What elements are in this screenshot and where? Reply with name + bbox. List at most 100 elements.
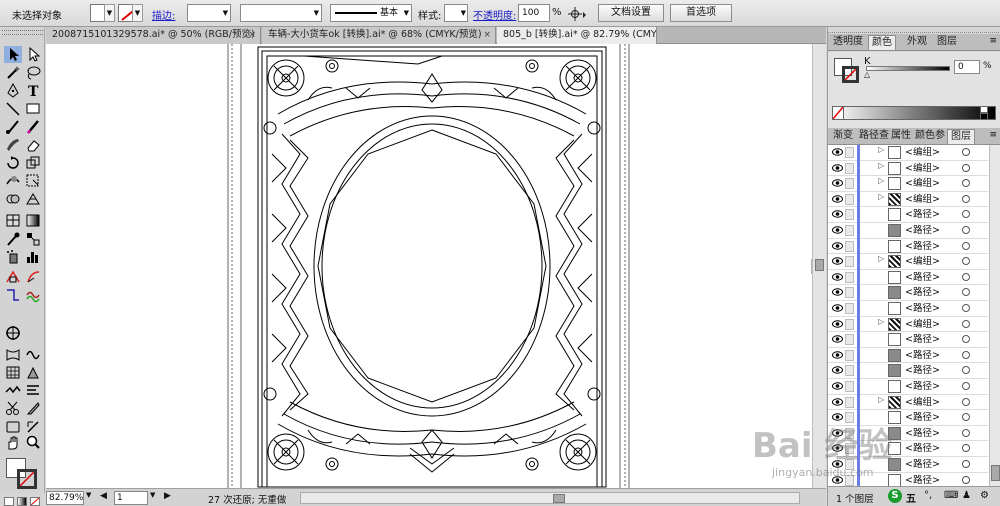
lock-toggle[interactable] <box>845 474 854 486</box>
lock-toggle[interactable] <box>845 193 854 205</box>
lock-toggle[interactable] <box>845 412 854 424</box>
lock-toggle[interactable] <box>845 209 854 221</box>
direct-selection-tool-icon[interactable] <box>24 46 42 63</box>
expand-arrow-icon[interactable]: ▷ <box>878 161 884 170</box>
layer-row[interactable]: <路径> <box>828 363 988 380</box>
lock-toggle[interactable] <box>845 303 854 314</box>
panel-grip[interactable] <box>2 30 43 35</box>
align-tool-icon[interactable] <box>24 382 42 399</box>
scrollbar-thumb[interactable] <box>553 494 565 503</box>
target-circle-icon[interactable] <box>962 366 970 375</box>
lock-toggle[interactable] <box>845 240 854 252</box>
layer-row[interactable]: <路径> <box>828 223 988 239</box>
pencil-tool-icon[interactable] <box>24 118 42 135</box>
eye-visibility-icon[interactable] <box>832 208 843 222</box>
measure-tool-icon[interactable] <box>24 418 42 435</box>
first-artboard-icon[interactable]: ◀ <box>100 491 107 501</box>
lock-toggle[interactable] <box>845 318 854 330</box>
canvas-horizontal-scrollbar[interactable] <box>300 492 800 504</box>
chevron-down-icon[interactable]: ▼ <box>86 491 91 499</box>
layer-row[interactable]: ▷ <编组> <box>828 254 988 270</box>
twirl-tool-icon[interactable] <box>24 346 42 363</box>
layer-row[interactable]: <路径> <box>828 207 988 224</box>
stroke-weight-field[interactable]: ▼ <box>187 4 231 22</box>
document-setup-button[interactable]: 文档设置 <box>598 4 664 22</box>
stroke-color-box[interactable] <box>17 469 37 489</box>
layer-row[interactable]: <路径> <box>828 457 988 473</box>
chevron-down-icon[interactable]: ▼ <box>150 491 155 499</box>
lock-toggle[interactable] <box>845 365 854 377</box>
expand-arrow-icon[interactable]: ▷ <box>878 192 884 201</box>
stroke-link[interactable]: 描边: <box>152 7 175 22</box>
lock-toggle[interactable] <box>845 147 854 158</box>
layer-row[interactable]: ▷ <编组> <box>828 394 988 411</box>
eye-visibility-icon[interactable] <box>832 255 843 269</box>
punctuation-icon[interactable]: °, <box>924 490 932 501</box>
k-slider[interactable] <box>866 66 950 71</box>
magic-wand-tool-icon[interactable] <box>4 64 22 81</box>
color-mode-icon[interactable] <box>4 497 14 506</box>
target-circle-icon[interactable] <box>962 194 970 203</box>
perspective-grid-tool-icon[interactable] <box>24 190 42 207</box>
eye-visibility-icon[interactable] <box>832 193 843 207</box>
none-color-chip[interactable] <box>832 106 844 120</box>
eye-visibility-icon[interactable] <box>832 349 843 363</box>
warp-tool-icon[interactable] <box>4 172 22 189</box>
layer-row[interactable]: <路径> <box>828 472 988 486</box>
target-circle-icon[interactable] <box>962 397 970 406</box>
preferences-button[interactable]: 首选项 <box>670 4 732 22</box>
mesh-tool-icon[interactable] <box>4 212 22 229</box>
blend-tool-icon[interactable] <box>24 230 42 247</box>
lock-toggle[interactable] <box>845 427 854 439</box>
eye-visibility-icon[interactable] <box>832 474 843 486</box>
live-paint-tool-icon[interactable] <box>24 364 42 381</box>
column-graph-tool-icon[interactable] <box>24 248 42 265</box>
panel-menu-icon[interactable]: ≡ <box>989 36 997 46</box>
pen-tool-icon[interactable] <box>4 82 22 99</box>
expand-arrow-icon[interactable]: ▷ <box>878 317 884 326</box>
layer-row[interactable]: <路径> <box>828 269 988 286</box>
artboard-number-field[interactable]: 1 <box>114 491 148 505</box>
target-circle-icon[interactable] <box>962 413 970 422</box>
target-circle-icon[interactable] <box>962 226 970 234</box>
eye-visibility-icon[interactable] <box>832 364 843 378</box>
none-mode-icon[interactable] <box>30 497 40 506</box>
expand-arrow-icon[interactable]: ▷ <box>878 254 884 263</box>
color-spectrum-ramp[interactable] <box>832 106 996 120</box>
lock-toggle[interactable] <box>845 334 854 346</box>
tab-color[interactable]: 颜色 <box>868 35 896 50</box>
lock-toggle[interactable] <box>845 287 854 299</box>
layer-row[interactable]: <路径> <box>828 379 988 395</box>
lasso-tool-icon[interactable] <box>24 64 42 81</box>
reshape-tool-icon[interactable] <box>24 286 42 303</box>
target-circle-icon[interactable] <box>962 272 970 281</box>
lock-toggle[interactable] <box>845 256 854 268</box>
expand-arrow-icon[interactable]: ▷ <box>878 145 884 154</box>
next-artboard-icon[interactable]: ▶ <box>164 491 171 501</box>
layer-row[interactable]: <路径> <box>828 301 988 317</box>
settings-icon[interactable]: ⚙ <box>980 490 989 501</box>
eye-visibility-icon[interactable] <box>832 380 843 394</box>
panel-grip[interactable] <box>828 27 1000 33</box>
eye-visibility-icon[interactable] <box>832 333 843 347</box>
recolor-artwork-icon[interactable] <box>567 6 587 22</box>
rectangle-tool-icon[interactable] <box>24 100 42 117</box>
target-circle-icon[interactable] <box>962 148 970 156</box>
line-segment-tool-icon[interactable] <box>4 100 22 117</box>
eyedropper-tool-icon[interactable] <box>4 230 22 247</box>
target-circle-icon[interactable] <box>962 428 970 437</box>
target-circle-icon[interactable] <box>962 257 970 266</box>
target-circle-icon[interactable] <box>962 319 970 328</box>
target-circle-icon[interactable] <box>962 179 970 188</box>
layer-row[interactable]: <路径> <box>828 410 988 426</box>
eye-visibility-icon[interactable] <box>832 427 843 441</box>
eye-visibility-icon[interactable] <box>832 318 843 332</box>
width-tool-icon[interactable] <box>4 286 22 303</box>
scissors-tool-icon[interactable] <box>4 400 22 417</box>
layer-row[interactable]: ▷ <编组> <box>828 160 988 177</box>
layer-row[interactable]: <路径> <box>828 238 988 255</box>
k-value-input[interactable]: 0 <box>954 60 980 74</box>
knife-tool-icon[interactable] <box>24 400 42 417</box>
symbol-sprayer-tool-icon[interactable] <box>4 248 22 265</box>
lock-toggle[interactable] <box>845 271 854 283</box>
